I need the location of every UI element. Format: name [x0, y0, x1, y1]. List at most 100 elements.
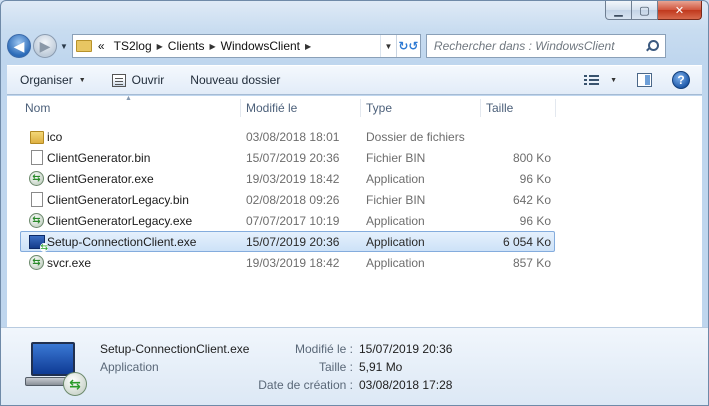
computer-app-icon: ⇆ — [25, 340, 87, 396]
breadcrumb-overflow[interactable]: « — [98, 39, 109, 53]
file-size: 96 Ko — [519, 213, 551, 228]
address-actions: ▼ ↻↺ — [379, 35, 420, 57]
views-dropdown-icon[interactable]: ▼ — [610, 77, 617, 84]
open-label: Ouvrir — [131, 73, 165, 87]
file-size: 96 Ko — [519, 171, 551, 186]
file-name: ClientGenerator.bin — [47, 150, 151, 165]
back-button[interactable]: ◀ — [7, 34, 31, 58]
file-name: svcr.exe — [47, 255, 92, 270]
file-name: ico — [47, 129, 63, 144]
sort-ascending-icon: ▲ — [125, 95, 132, 102]
file-modified: 15/07/2019 20:36 — [246, 150, 340, 165]
column-divider[interactable] — [555, 99, 556, 117]
file-row-selected[interactable]: Setup-ConnectionClient.exe 15/07/2019 20… — [20, 231, 555, 252]
column-headers: ▲ Nom Modifié le Type Taille — [7, 95, 702, 119]
file-type: Application — [366, 213, 425, 228]
file-modified: 02/08/2018 09:26 — [246, 192, 340, 207]
column-divider[interactable] — [240, 99, 241, 117]
details-file-name: Setup-ConnectionClient.exe — [100, 342, 250, 356]
file-row[interactable]: ⇆ ClientGeneratorLegacy.exe 07/07/2017 1… — [20, 210, 555, 231]
bin-file-icon — [31, 150, 43, 165]
explorer-window: ▁ ▢ ✕ ◀ ▶ ▼ « TS2log ▶ Clients ▶ Windows… — [0, 0, 709, 406]
file-size: 857 Ko — [512, 255, 551, 270]
bin-file-icon — [31, 192, 43, 207]
minimize-button[interactable]: ▁ — [605, 1, 632, 20]
refresh-icon[interactable]: ↻↺ — [395, 35, 420, 57]
file-type: Application — [366, 234, 425, 249]
folder-icon — [30, 131, 44, 144]
breadcrumb-windowsclient[interactable]: WindowsClient — [216, 39, 305, 53]
exe-app-icon: ⇆ — [29, 171, 44, 186]
file-type: Application — [366, 255, 425, 270]
details-size-value: 5,91 Mo — [359, 360, 403, 374]
help-icon[interactable]: ? — [672, 71, 690, 89]
toolbar-right: ▼ ? — [584, 71, 702, 89]
file-row[interactable]: ico 03/08/2018 18:01 Dossier de fichiers — [20, 126, 555, 147]
details-file-type: Application — [100, 360, 159, 374]
column-divider[interactable] — [360, 99, 361, 117]
file-name: ClientGenerator.exe — [47, 171, 154, 186]
organize-label: Organiser — [20, 73, 73, 87]
column-divider[interactable] — [480, 99, 481, 117]
file-modified: 19/03/2019 18:42 — [246, 255, 340, 270]
forward-button[interactable]: ▶ — [33, 34, 57, 58]
file-type: Fichier BIN — [366, 150, 426, 165]
open-icon — [111, 73, 126, 87]
details-created-label: Date de création : — [258, 378, 353, 392]
new-folder-label: Nouveau dossier — [190, 73, 281, 87]
column-header-name[interactable]: Nom — [25, 101, 50, 115]
exe-app-icon: ⇆ — [29, 255, 44, 270]
breadcrumb-ts2log[interactable]: TS2log — [109, 39, 157, 53]
search-placeholder: Rechercher dans : WindowsClient — [433, 39, 615, 53]
views-icon[interactable] — [584, 74, 600, 86]
file-row[interactable]: ClientGenerator.bin 15/07/2019 20:36 Fic… — [20, 147, 555, 168]
setup-app-icon — [29, 235, 48, 252]
maximize-button[interactable]: ▢ — [632, 1, 658, 20]
details-size-label: Taille : — [318, 360, 353, 374]
command-bar: Organiser ▼ Ouvrir Nouveau dossier ▼ ? — [7, 65, 702, 95]
exe-app-icon: ⇆ — [29, 213, 44, 228]
column-header-size[interactable]: Taille — [486, 101, 513, 115]
file-row[interactable]: ClientGeneratorLegacy.bin 02/08/2018 09:… — [20, 189, 555, 210]
file-type: Dossier de fichiers — [366, 129, 465, 144]
file-size: 6 054 Ko — [502, 234, 551, 249]
details-pane: ⇆ Setup-ConnectionClient.exe Application… — [1, 327, 708, 405]
address-bar[interactable]: « TS2log ▶ Clients ▶ WindowsClient ▶ ▼ ↻… — [71, 34, 421, 58]
recent-pages-dropdown-icon[interactable]: ▼ — [60, 42, 68, 51]
file-size: 800 Ko — [512, 150, 551, 165]
file-row[interactable]: ⇆ ClientGenerator.exe 19/03/2019 18:42 A… — [20, 168, 555, 189]
preview-pane-icon[interactable] — [637, 73, 652, 87]
file-name: ClientGeneratorLegacy.exe — [47, 213, 193, 228]
file-size: 642 Ko — [512, 192, 551, 207]
file-list: ▲ Nom Modifié le Type Taille ico 03/08/2… — [7, 95, 702, 327]
chevron-down-icon: ▼ — [78, 76, 86, 84]
address-history-dropdown-icon[interactable]: ▼ — [379, 35, 396, 57]
navigation-bar: ◀ ▶ ▼ « TS2log ▶ Clients ▶ WindowsClient… — [7, 31, 702, 61]
search-icon[interactable] — [645, 39, 659, 53]
details-modified-value: 15/07/2019 20:36 — [359, 342, 453, 356]
open-button[interactable]: Ouvrir — [111, 73, 165, 87]
search-input[interactable]: Rechercher dans : WindowsClient — [425, 34, 666, 58]
monitor-screen — [31, 342, 75, 376]
file-modified: 07/07/2017 10:19 — [246, 213, 340, 228]
file-row[interactable]: ⇆ svcr.exe 19/03/2019 18:42 Application … — [20, 252, 555, 273]
details-created-value: 03/08/2018 17:28 — [359, 378, 453, 392]
details-modified-label: Modifié le : — [294, 342, 353, 356]
column-header-type[interactable]: Type — [366, 101, 392, 115]
caption-buttons: ▁ ▢ ✕ — [605, 1, 702, 20]
file-name: Setup-ConnectionClient.exe — [47, 234, 197, 249]
folder-icon — [75, 40, 92, 52]
file-type: Application — [366, 171, 425, 186]
file-name: ClientGeneratorLegacy.bin — [47, 192, 189, 207]
column-header-modified[interactable]: Modifié le — [246, 101, 297, 115]
file-modified: 03/08/2018 18:01 — [246, 129, 340, 144]
organize-button[interactable]: Organiser ▼ — [20, 73, 86, 87]
breadcrumb-clients[interactable]: Clients — [163, 39, 210, 53]
connection-badge-icon: ⇆ — [63, 372, 87, 396]
file-type: Fichier BIN — [366, 192, 426, 207]
file-modified: 19/03/2019 18:42 — [246, 171, 340, 186]
chevron-right-icon[interactable]: ▶ — [305, 42, 311, 51]
new-folder-button[interactable]: Nouveau dossier — [190, 73, 280, 87]
file-modified: 15/07/2019 20:36 — [246, 234, 340, 249]
close-button[interactable]: ✕ — [658, 1, 702, 20]
